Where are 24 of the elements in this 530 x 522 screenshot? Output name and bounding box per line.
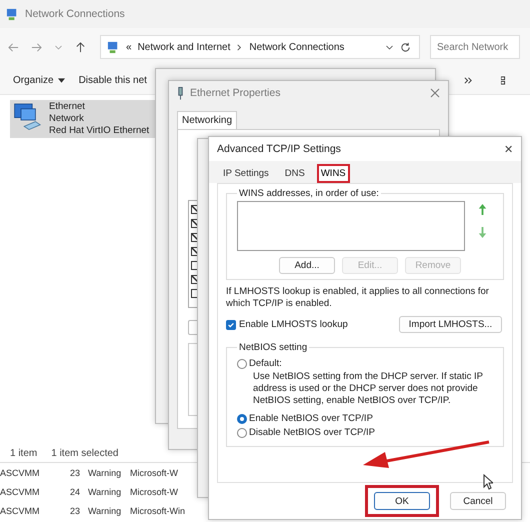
connection-type: Network [49,113,85,125]
table-cell-text: ASCVMM [0,468,41,478]
table-cell: Microsoft-W [130,468,178,478]
table-cell-text: Warning [88,468,122,478]
group-label: NetBIOS setting [238,342,308,353]
table-cell-text: ASCVMM [0,486,41,496]
table-cell-text: 23 [68,506,81,516]
table-cell-text: 23 [68,468,81,478]
adapter-name: Red Hat VirtIO Ethernet [49,125,150,137]
info-text: If LMHOSTS lookup is enabled, it applies to all connections for which TCP/IP is enabled. [226,286,490,310]
dialog-title: Advanced TCP/IP Settings [217,143,341,155]
table-cell: Microsoft-W [130,486,178,496]
status-text: 1 item selected [51,448,118,458]
table-cell-text: 24 [68,486,81,496]
table-cell-text: Warning [88,506,122,516]
table-cell-text: ASCVMM [0,506,41,516]
dialog-title: Ethernet Properties [190,87,280,99]
connection-name: Ethernet [49,101,86,113]
window-title: Network Connections [25,8,125,20]
option-description: Use NetBIOS setting from the DHCP server. If static IP address is used or the DHCP server does not provide NetBIOS setting, enable NetBIOS over TCP/IP. [253,371,483,407]
status-text: 1 item [10,448,38,458]
table-cell: Microsoft-Win [130,506,186,516]
group-label: WINS addresses, in order of use: [238,188,380,199]
table-cell-text: Warning [88,486,122,496]
